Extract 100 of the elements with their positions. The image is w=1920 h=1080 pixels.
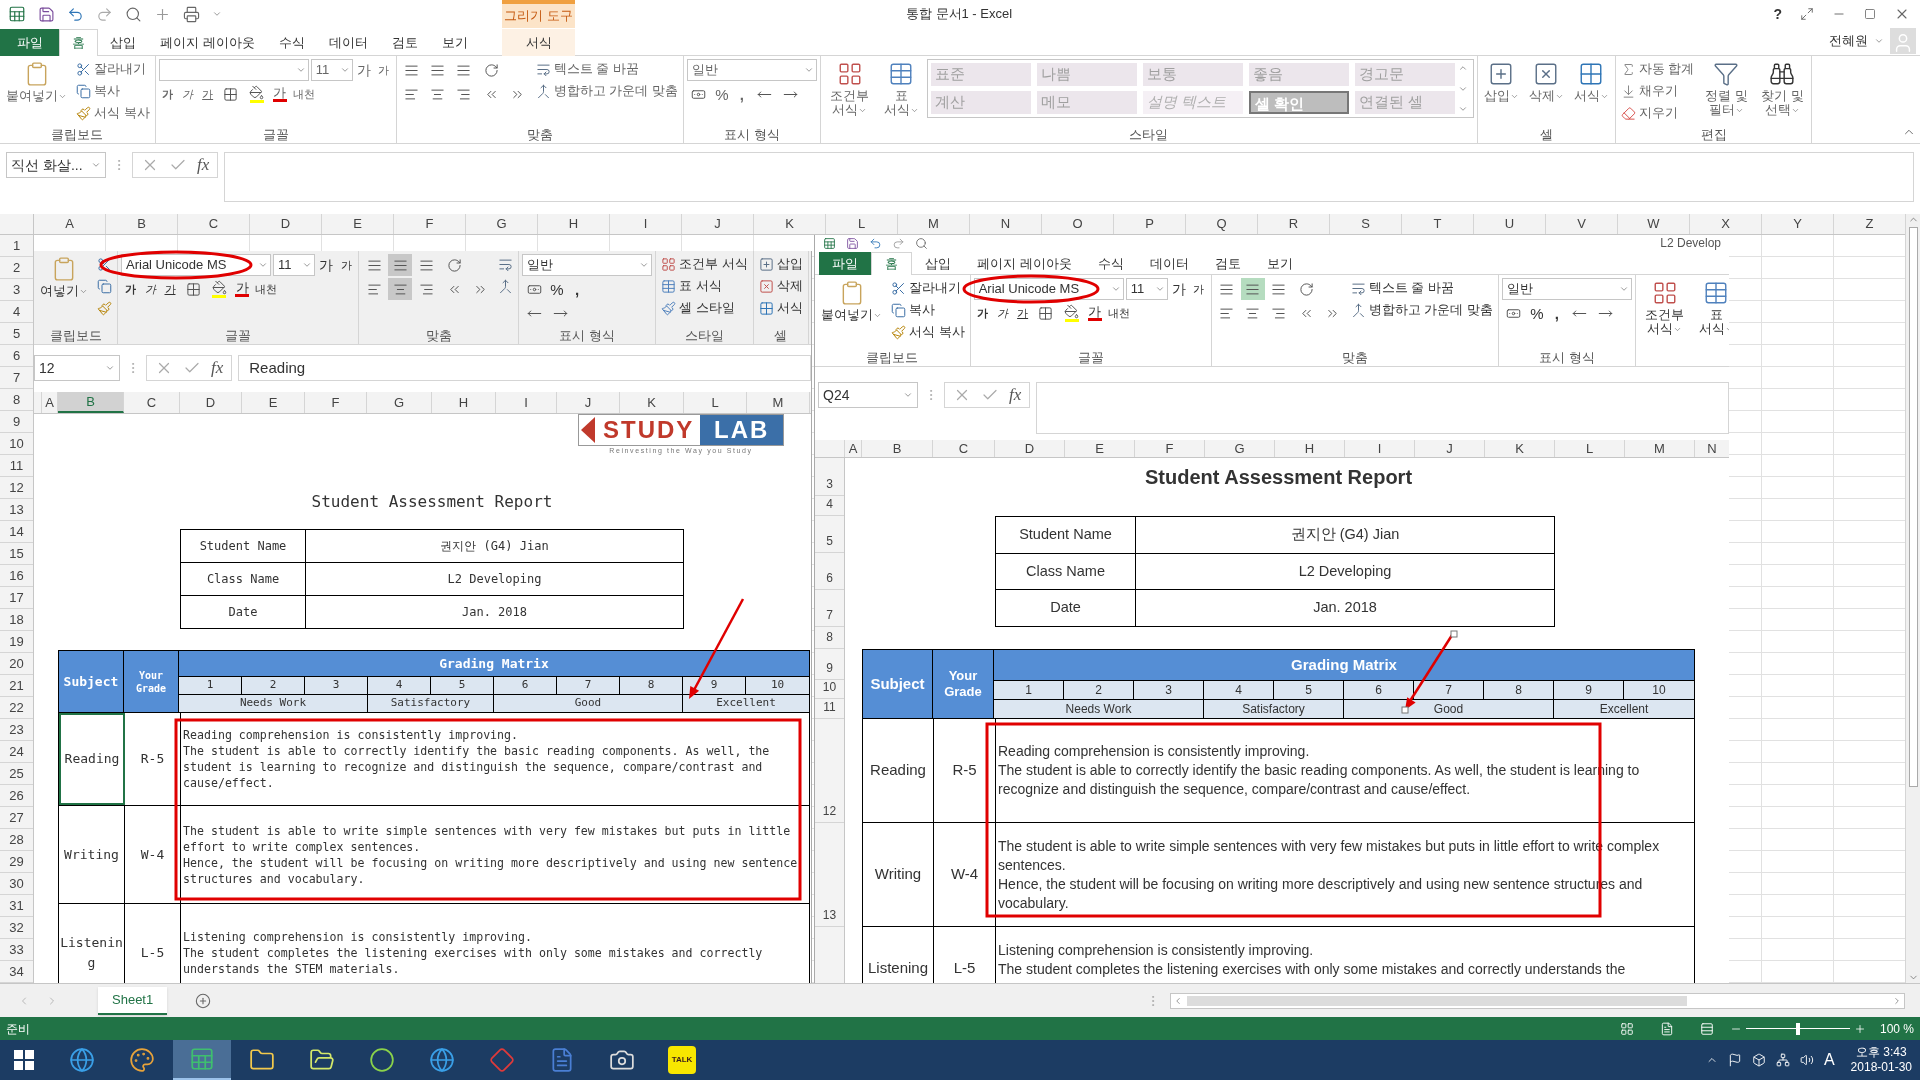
- column-header[interactable]: D: [180, 392, 242, 413]
- column-header[interactable]: K: [620, 392, 684, 413]
- delete-button[interactable]: 삭제: [1525, 59, 1567, 103]
- ribbon-tab[interactable]: 수식: [266, 29, 317, 56]
- format-button[interactable]: 서식: [756, 298, 805, 318]
- column-header[interactable]: X: [1690, 214, 1762, 234]
- column-header[interactable]: B: [58, 392, 124, 413]
- table-cell[interactable]: Writing: [59, 806, 125, 903]
- table-format-button[interactable]: 표 서식: [659, 276, 724, 296]
- underline-button[interactable]: 가: [161, 278, 179, 300]
- paste-button[interactable]: 붙여넣기: [818, 278, 885, 322]
- column-header[interactable]: E: [1065, 440, 1135, 457]
- column-header[interactable]: M: [747, 392, 810, 413]
- row-header[interactable]: 18: [0, 609, 33, 631]
- column-header[interactable]: W: [1618, 214, 1690, 234]
- name-box[interactable]: 12: [34, 355, 120, 381]
- row-header[interactable]: 3: [0, 279, 33, 301]
- column-header[interactable]: L: [684, 392, 747, 413]
- merge-center-button[interactable]: 병합하고 가운데 맞춤: [1348, 300, 1495, 320]
- column-header[interactable]: D: [250, 214, 322, 234]
- column-header[interactable]: L: [1555, 440, 1625, 457]
- row-header[interactable]: 1: [0, 235, 33, 257]
- column-header[interactable]: T: [1402, 214, 1474, 234]
- ribbon-tab[interactable]: 파일: [0, 29, 59, 56]
- column-header[interactable]: F: [1135, 440, 1205, 457]
- percent-button[interactable]: %: [1527, 302, 1546, 324]
- column-header[interactable]: E: [322, 214, 394, 234]
- row-header[interactable]: 3: [815, 458, 844, 496]
- font-color-button[interactable]: 가: [233, 278, 251, 300]
- row-header[interactable]: 9: [0, 411, 33, 433]
- column-header[interactable]: M: [1625, 440, 1695, 457]
- column-header[interactable]: G: [1205, 440, 1275, 457]
- name-box[interactable]: Q24: [818, 382, 918, 408]
- font-size-field[interactable]: 11: [1125, 278, 1168, 300]
- column-header[interactable]: N: [1695, 440, 1729, 457]
- column-header[interactable]: O: [1042, 214, 1114, 234]
- row-header[interactable]: 17: [0, 587, 33, 609]
- comma-style-button[interactable]: ,: [1547, 302, 1566, 324]
- column-header[interactable]: C: [933, 440, 995, 457]
- copy-button[interactable]: 복사: [889, 300, 937, 320]
- column-header[interactable]: G: [466, 214, 538, 234]
- formula-input[interactable]: Reading: [238, 355, 811, 381]
- row-header[interactable]: 30: [0, 873, 33, 895]
- paste-button[interactable]: 붙여넣기: [3, 59, 70, 103]
- ribbon-tab[interactable]: 보기: [429, 29, 480, 56]
- font-shrink-button[interactable]: 가: [337, 254, 355, 276]
- cell-styles-button[interactable]: 셀 스타일: [659, 298, 737, 318]
- row-header[interactable]: 7: [0, 367, 33, 389]
- column-header[interactable]: M: [898, 214, 970, 234]
- column-header[interactable]: Q: [1186, 214, 1258, 234]
- wrap-text-button[interactable]: 텍스트 줄 바꿈: [533, 59, 641, 79]
- font-grow-button[interactable]: 가: [317, 254, 335, 276]
- percent-button[interactable]: %: [548, 278, 566, 300]
- number-format-field[interactable]: 일반: [1501, 278, 1632, 300]
- bold-button[interactable]: 가: [121, 278, 139, 300]
- taskbar-app-button[interactable]: TALK: [653, 1040, 711, 1080]
- comma-style-button[interactable]: ,: [732, 83, 751, 105]
- column-header[interactable]: C: [178, 214, 250, 234]
- help-button[interactable]: ?: [1773, 3, 1782, 25]
- comma-style-button[interactable]: ,: [568, 278, 586, 300]
- ribbon-tab[interactable]: 삽입: [98, 29, 148, 56]
- column-header[interactable]: F: [394, 214, 466, 234]
- sort-filter-button[interactable]: 정렬 및 필터: [1700, 59, 1753, 117]
- ribbon-tab[interactable]: 페이지 레이아웃: [148, 29, 267, 56]
- input-method-indicator[interactable]: A: [1823, 1048, 1835, 1072]
- ribbon-tab[interactable]: 보기: [1253, 252, 1306, 275]
- column-header[interactable]: I: [610, 214, 682, 234]
- column-header[interactable]: D: [995, 440, 1065, 457]
- row-header[interactable]: 10: [0, 433, 33, 455]
- row-header[interactable]: 15: [0, 543, 33, 565]
- phonetic-guide-button[interactable]: 내천: [1105, 302, 1132, 324]
- row-header[interactable]: 8: [0, 389, 33, 411]
- row-header[interactable]: 5: [0, 323, 33, 345]
- table-cell[interactable]: Reading: [59, 713, 125, 805]
- font-shrink-button[interactable]: 가: [374, 59, 393, 81]
- insert-button[interactable]: 삽입: [1480, 59, 1522, 103]
- column-header[interactable]: I: [1345, 440, 1415, 457]
- row-header[interactable]: 4: [815, 496, 844, 516]
- column-header[interactable]: H: [538, 214, 610, 234]
- column-header[interactable]: H: [1275, 440, 1345, 457]
- format-painter-button[interactable]: 서식 복사: [74, 103, 152, 123]
- name-box[interactable]: 직선 화살...: [6, 152, 106, 178]
- ribbon-tab[interactable]: 페이지 레이아웃: [964, 252, 1085, 275]
- fill-button[interactable]: 채우기: [1618, 81, 1680, 101]
- delete-button[interactable]: 삭제: [756, 276, 805, 296]
- row-header[interactable]: 29: [0, 851, 33, 873]
- percent-button[interactable]: %: [712, 83, 731, 105]
- font-grow-button[interactable]: 가: [354, 59, 373, 81]
- row-header[interactable]: 14: [0, 521, 33, 543]
- paste-button[interactable]: 여넣기: [37, 254, 91, 298]
- column-header[interactable]: F: [305, 392, 367, 413]
- underline-button[interactable]: 가: [1013, 302, 1032, 324]
- column-header[interactable]: L: [826, 214, 898, 234]
- row-header[interactable]: 11: [815, 699, 844, 719]
- ribbon-tab[interactable]: 데이터: [1136, 252, 1202, 275]
- format-painter-button[interactable]: 서식 복사: [889, 322, 967, 342]
- table-format-button[interactable]: 표 서식: [879, 59, 923, 117]
- column-header[interactable]: V: [1546, 214, 1618, 234]
- cut-button[interactable]: 잘라내기: [889, 278, 963, 298]
- row-header[interactable]: 13: [815, 823, 844, 927]
